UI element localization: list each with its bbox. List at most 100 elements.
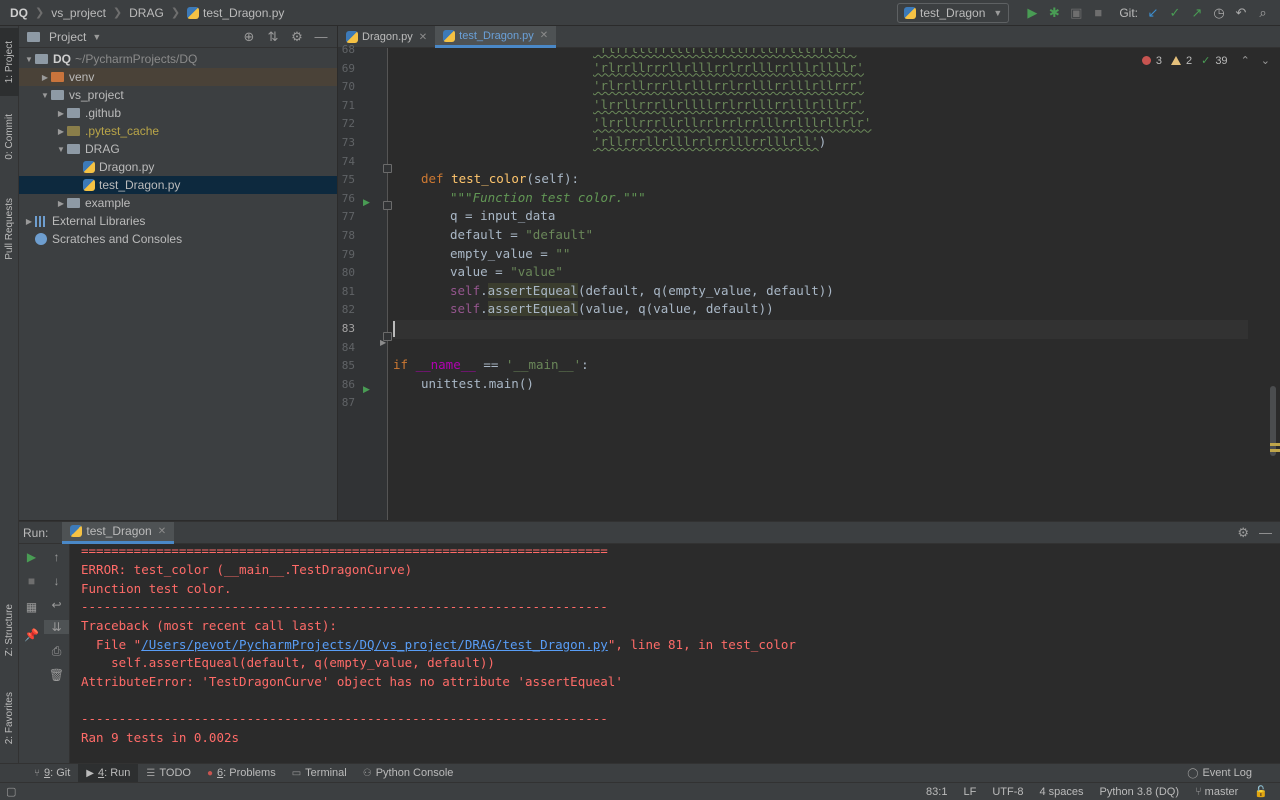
tool-tab-structure[interactable]: Z: Structure — [0, 594, 19, 666]
stop-icon[interactable]: ■ — [19, 574, 44, 588]
stop-button[interactable]: ■ — [1087, 2, 1109, 24]
chevron-down-icon[interactable]: ⌄ — [1261, 54, 1270, 67]
tool-tab-project[interactable]: 1: Project — [0, 28, 19, 96]
indent-setting[interactable]: 4 spaces — [1039, 786, 1083, 798]
git-update-icon[interactable]: ↙ — [1142, 2, 1164, 24]
tree-item-vs-project[interactable]: ▼ vs_project — [19, 86, 337, 104]
hide-icon[interactable]: — — [1259, 525, 1272, 541]
close-icon[interactable]: ✕ — [158, 526, 166, 537]
chevron-right-icon[interactable]: ▶ — [55, 199, 67, 208]
breadcrumb-dq[interactable]: DQ — [10, 6, 28, 20]
fold-marker-icon[interactable] — [383, 164, 392, 173]
arrow-down-icon[interactable]: ↓ — [44, 574, 69, 588]
python-file-icon — [346, 31, 358, 43]
chevron-right-icon[interactable]: ▶ — [23, 217, 35, 226]
print-icon[interactable]: ⎙ — [44, 644, 69, 659]
error-stripe-marker[interactable] — [1270, 443, 1280, 446]
run-icon: ▶ — [86, 767, 94, 779]
tool-tab-git[interactable]: ⑂ 9: Git — [26, 764, 78, 783]
chevron-down-icon: ▼ — [993, 7, 1003, 18]
tab-run-test-dragon[interactable]: test_Dragon ✕ — [62, 521, 175, 544]
hide-icon[interactable]: — — [311, 29, 331, 45]
code-line: value = "value" — [450, 264, 563, 280]
toggle-tool-windows-icon[interactable]: ▢ — [0, 785, 16, 798]
terminal-icon: ▭ — [291, 767, 302, 779]
run-tab-label: test_Dragon — [86, 524, 152, 538]
tree-item-external-libraries[interactable]: ▶ External Libraries — [19, 212, 337, 230]
run-test-icon[interactable]: ▶ — [363, 197, 370, 208]
soft-wrap-icon[interactable]: ↩ — [44, 598, 69, 612]
scroll-to-end-icon[interactable]: ⇊ — [44, 620, 69, 634]
tree-item-github[interactable]: ▶ .github — [19, 104, 337, 122]
gear-icon[interactable]: ⚙ — [287, 29, 307, 45]
tool-tab-python-console[interactable]: ⚇ Python Console — [355, 764, 462, 783]
chevron-down-icon[interactable]: ▼ — [92, 32, 101, 42]
caret-position[interactable]: 83:1 — [926, 786, 947, 798]
tool-tab-problems[interactable]: ● 6: Problems — [199, 764, 284, 783]
console-line: ----------------------------------------… — [81, 711, 608, 726]
coverage-button[interactable]: ▣ — [1065, 2, 1087, 24]
rerun-icon[interactable]: ▶ — [19, 550, 44, 564]
tree-item-dq[interactable]: ▼ DQ ~/PycharmProjects/DQ — [19, 50, 337, 68]
code-line: empty_value = "" — [450, 245, 571, 261]
breadcrumb-file[interactable]: test_Dragon.py — [187, 6, 284, 20]
tool-tab-pull-requests[interactable]: Pull Requests — [0, 186, 19, 272]
tree-item-dragon-py[interactable]: Dragon.py — [19, 158, 337, 176]
breadcrumb-drag[interactable]: DRAG — [129, 6, 164, 20]
close-icon[interactable]: ✕ — [419, 32, 427, 43]
rollback-icon[interactable]: ↶ — [1230, 2, 1252, 24]
run-configuration-selector[interactable]: test_Dragon ▼ — [897, 2, 1010, 23]
code-line: 'lrrllrrrllrllrrlrrlrrlllrrlllrllrlr' — [593, 115, 872, 131]
git-commit-icon[interactable]: ✓ — [1164, 2, 1186, 24]
tool-tab-run[interactable]: ▶ 4: Run — [78, 763, 139, 783]
arrow-up-icon[interactable]: ↑ — [44, 550, 69, 564]
tab-label: Dragon.py — [362, 31, 413, 43]
pin-icon[interactable]: 📌 — [19, 628, 44, 642]
locate-icon[interactable]: ⊕ — [239, 29, 259, 45]
chevron-right-icon[interactable]: ▶ — [55, 127, 67, 136]
chevron-down-icon[interactable]: ▼ — [23, 55, 35, 64]
lock-icon[interactable]: 🔓 — [1254, 785, 1268, 798]
tool-tab-favorites[interactable]: 2: Favorites — [0, 680, 19, 756]
error-stripe-marker[interactable] — [1270, 449, 1280, 452]
line-separator[interactable]: LF — [963, 786, 976, 798]
tool-tab-commit[interactable]: 0: Commit — [0, 104, 19, 170]
python-interpreter[interactable]: Python 3.8 (DQ) — [1100, 786, 1179, 798]
history-icon[interactable]: ◷ — [1208, 2, 1230, 24]
tree-item-scratches[interactable]: Scratches and Consoles — [19, 230, 337, 248]
chevron-right-icon[interactable]: ▶ — [39, 73, 51, 82]
tool-tab-terminal[interactable]: ▭ Terminal — [284, 764, 355, 783]
git-branch[interactable]: ⑂ master — [1195, 786, 1238, 798]
run-main-icon[interactable]: ▶ — [363, 384, 370, 395]
chevron-down-icon[interactable]: ▼ — [39, 91, 51, 100]
tree-item-venv[interactable]: ▶ venv — [19, 68, 337, 86]
breadcrumb-vs-project[interactable]: vs_project — [51, 6, 106, 20]
tool-tab-event-log[interactable]: ◯ Event Log — [1179, 764, 1280, 783]
console-output[interactable]: ========================================… — [81, 544, 1271, 764]
debug-button[interactable]: ✱ — [1043, 2, 1065, 24]
git-push-icon[interactable]: ↗ — [1186, 2, 1208, 24]
gear-icon[interactable]: ⚙ — [1237, 525, 1249, 541]
chevron-right-icon[interactable]: ▶ — [55, 109, 67, 118]
file-encoding[interactable]: UTF-8 — [992, 786, 1023, 798]
tree-item-drag[interactable]: ▼ DRAG — [19, 140, 337, 158]
tab-test-dragon-py[interactable]: test_Dragon.py ✕ — [435, 26, 557, 48]
close-icon[interactable]: ✕ — [540, 30, 548, 41]
tree-item-example[interactable]: ▶ example — [19, 194, 337, 212]
project-panel-title[interactable]: Project — [49, 30, 86, 44]
tree-item-test-dragon-py[interactable]: test_Dragon.py — [19, 176, 337, 194]
chevron-down-icon[interactable]: ▼ — [55, 145, 67, 154]
search-icon[interactable]: ⌕ — [1252, 2, 1274, 24]
fold-marker-icon[interactable] — [383, 201, 392, 210]
tree-item-label: .pytest_cache — [85, 124, 160, 138]
code-area[interactable]: 'rlrrlllrrlllrllrrllrrllrrlllrrllr' 'rlr… — [393, 48, 1248, 520]
tool-tab-todo[interactable]: ☰ TODO — [138, 764, 199, 783]
trash-icon[interactable]: 🗑 — [44, 668, 69, 682]
python-file-icon — [187, 6, 200, 19]
line-number: 76 — [341, 191, 355, 205]
traceback-file-link[interactable]: /Users/pevot/PycharmProjects/DQ/vs_proje… — [141, 637, 608, 652]
run-button[interactable]: ▶ — [1021, 2, 1043, 24]
layout-icon[interactable]: ▦ — [19, 600, 44, 614]
collapse-all-icon[interactable]: ⇅ — [263, 29, 283, 45]
tree-item-pytest-cache[interactable]: ▶ .pytest_cache — [19, 122, 337, 140]
